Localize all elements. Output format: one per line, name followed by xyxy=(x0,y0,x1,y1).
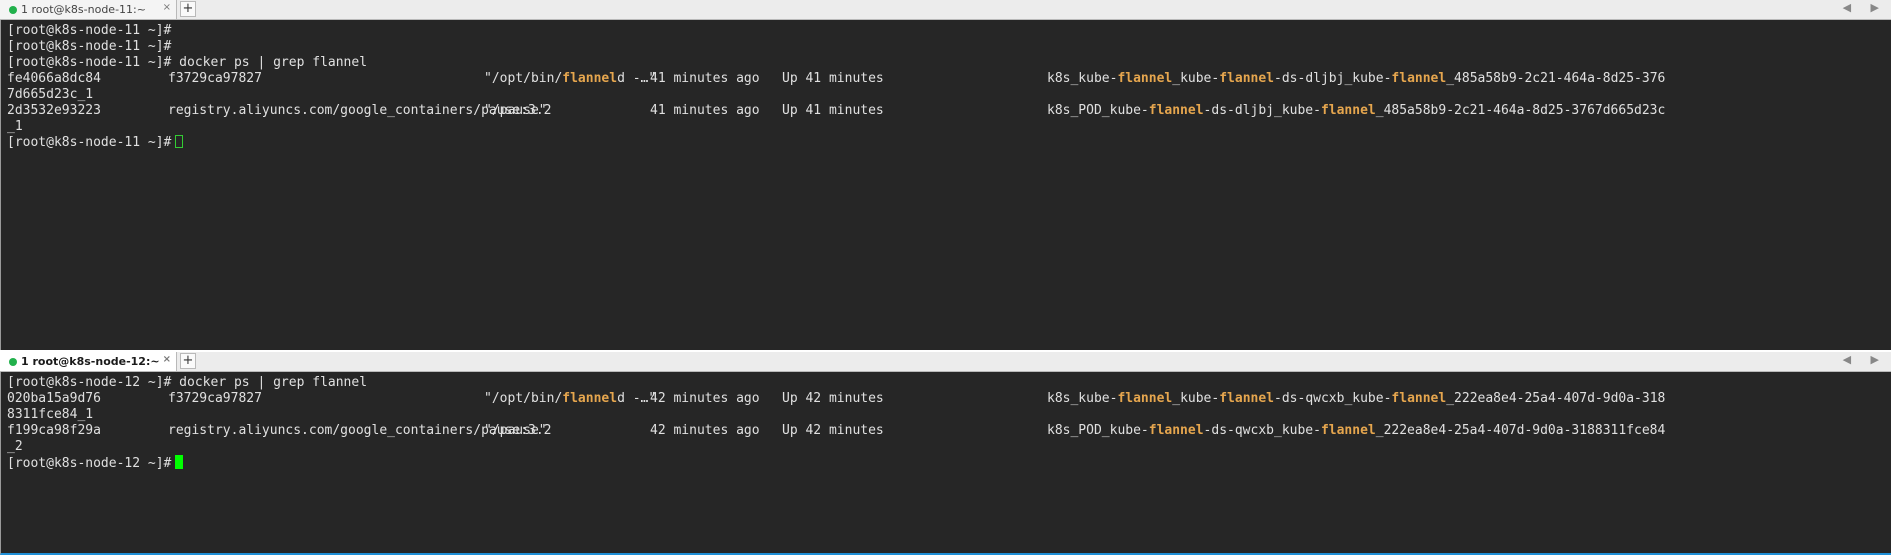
container-created: 42 minutes ago xyxy=(650,391,760,406)
tab-scroll-arrows-icon[interactable]: ◀ ▶ xyxy=(1843,1,1887,14)
grep-match: flannel xyxy=(1117,71,1173,86)
name-text: -ds-dljbj_kube- xyxy=(1274,71,1392,86)
command-line: [root@k8s-node-11 ~]# xyxy=(7,39,172,54)
container-command: "/pause" xyxy=(484,103,547,119)
container-id: 2d3532e93223 xyxy=(7,103,101,118)
command-text: "/opt/bin/ xyxy=(484,71,563,86)
name-text: k8s_kube- xyxy=(1047,71,1118,86)
container-command: "/pause" xyxy=(484,423,547,439)
name-text: -ds-qwcxb_kube- xyxy=(1274,391,1392,406)
terminal-output: [root@k8s-node-12 ~]# docker ps | grep f… xyxy=(7,375,1665,471)
tab-session-node-12[interactable]: 1 root@k8s-node-12:~ × xyxy=(0,352,177,371)
name-text: -ds-qwcxb_kube- xyxy=(1203,423,1321,438)
grep-match: flannel xyxy=(1320,103,1376,118)
container-name: k8s_POD_kube-flannel-ds-dljbj_kube-flann… xyxy=(1047,103,1665,119)
command-text: "/opt/bin/ xyxy=(484,391,563,406)
name-text: _222ea8e4-25a4-407d-9d0a-318 xyxy=(1446,391,1666,406)
container-status: Up 42 minutes xyxy=(782,391,884,406)
prompt-text: [root@k8s-node-11 ~]# xyxy=(7,135,172,150)
terminal-pane-node-11[interactable]: [root@k8s-node-11 ~]# [root@k8s-node-11 ~… xyxy=(0,20,1891,350)
container-name: k8s_POD_kube-flannel-ds-qwcxb_kube-flann… xyxy=(1047,423,1665,439)
connection-status-icon xyxy=(9,357,17,366)
wrapped-line: _2 xyxy=(7,439,23,454)
tab-bar-bottom: 1 root@k8s-node-12:~ × + ◀ ▶ xyxy=(0,352,1891,372)
terminal-pane-node-12[interactable]: [root@k8s-node-12 ~]# docker ps | grep f… xyxy=(0,372,1891,555)
tab-bar-top: 1 root@k8s-node-11:~ × + ◀ ▶ xyxy=(0,0,1891,20)
prompt-text: [root@k8s-node-12 ~]# xyxy=(7,456,172,471)
new-tab-button[interactable]: + xyxy=(180,353,196,369)
container-command: "/opt/bin/flanneld -…" xyxy=(484,71,656,87)
container-row: f199ca98f29a registry.aliyuncs.com/google… xyxy=(7,423,1665,439)
container-status: Up 41 minutes xyxy=(782,71,884,86)
name-text: k8s_POD_kube- xyxy=(1047,423,1149,438)
terminal-output: [root@k8s-node-11 ~]# [root@k8s-node-11 ~… xyxy=(7,23,1665,151)
command-line: [root@k8s-node-11 ~]# xyxy=(7,23,172,38)
close-tab-icon[interactable]: × xyxy=(163,354,171,365)
name-text: k8s_kube- xyxy=(1047,391,1118,406)
text-cursor xyxy=(175,135,184,148)
container-row: 020ba15a9d76 f3729ca97827 "/opt/bin/flanne… xyxy=(7,391,1665,407)
prompt-line: [root@k8s-node-12 ~]# xyxy=(7,455,367,471)
name-text: _kube- xyxy=(1172,391,1220,406)
container-row: fe4066a8dc84 f3729ca97827 "/opt/bin/flanne… xyxy=(7,71,1665,87)
wrapped-line: 7d665d23c_1 xyxy=(7,87,94,102)
name-text: k8s_POD_kube- xyxy=(1047,103,1149,118)
container-id: fe4066a8dc84 xyxy=(7,71,101,86)
name-text: -ds-dljbj_kube- xyxy=(1203,103,1321,118)
name-text: _485a58b9-2c21-464a-8d25-3767d665d23c xyxy=(1375,103,1666,118)
container-image: f3729ca97827 xyxy=(168,391,262,406)
grep-match: flannel xyxy=(562,391,618,406)
name-text: _kube- xyxy=(1172,71,1220,86)
name-text: _222ea8e4-25a4-407d-9d0a-3188311fce84 xyxy=(1375,423,1666,438)
grep-match: flannel xyxy=(1320,423,1376,438)
container-name: k8s_kube-flannel_kube-flannel-ds-qwcxb_k… xyxy=(1047,391,1665,407)
tab-session-node-11[interactable]: 1 root@k8s-node-11:~ × xyxy=(0,0,177,19)
command-text: "/pause" xyxy=(484,423,547,438)
container-created: 41 minutes ago xyxy=(650,71,760,86)
command-line: [root@k8s-node-12 ~]# docker ps | grep f… xyxy=(7,375,368,390)
text-cursor xyxy=(175,455,184,469)
command-line: [root@k8s-node-11 ~]# docker ps | grep f… xyxy=(7,55,368,70)
connection-status-icon xyxy=(9,5,17,14)
tab-title: 1 root@k8s-node-12:~ xyxy=(21,355,160,368)
grep-match: flannel xyxy=(1219,391,1275,406)
new-tab-button[interactable]: + xyxy=(180,1,196,17)
grep-match: flannel xyxy=(1117,391,1173,406)
container-command: "/opt/bin/flanneld -…" xyxy=(484,391,656,407)
grep-match: flannel xyxy=(1219,71,1275,86)
grep-match: flannel xyxy=(1148,423,1204,438)
grep-match: flannel xyxy=(1391,391,1447,406)
close-tab-icon[interactable]: × xyxy=(163,2,171,13)
wrapped-line: 8311fce84_1 xyxy=(7,407,94,422)
tab-title: 1 root@k8s-node-11:~ xyxy=(21,3,146,16)
container-created: 41 minutes ago xyxy=(650,103,760,118)
prompt-line: [root@k8s-node-11 ~]# xyxy=(7,135,367,151)
container-id: f199ca98f29a xyxy=(7,423,101,438)
wrapped-line: _1 xyxy=(7,119,23,134)
container-status: Up 41 minutes xyxy=(782,103,884,118)
container-status: Up 42 minutes xyxy=(782,423,884,438)
grep-match: flannel xyxy=(1148,103,1204,118)
container-id: 020ba15a9d76 xyxy=(7,391,101,406)
container-name: k8s_kube-flannel_kube-flannel-ds-dljbj_k… xyxy=(1047,71,1665,87)
grep-match: flannel xyxy=(1391,71,1447,86)
name-text: _485a58b9-2c21-464a-8d25-376 xyxy=(1446,71,1666,86)
container-image: f3729ca97827 xyxy=(168,71,262,86)
tab-scroll-arrows-icon[interactable]: ◀ ▶ xyxy=(1843,353,1887,366)
container-created: 42 minutes ago xyxy=(650,423,760,438)
container-row: 2d3532e93223 registry.aliyuncs.com/google… xyxy=(7,103,1665,119)
command-text: "/pause" xyxy=(484,103,547,118)
grep-match: flannel xyxy=(562,71,618,86)
